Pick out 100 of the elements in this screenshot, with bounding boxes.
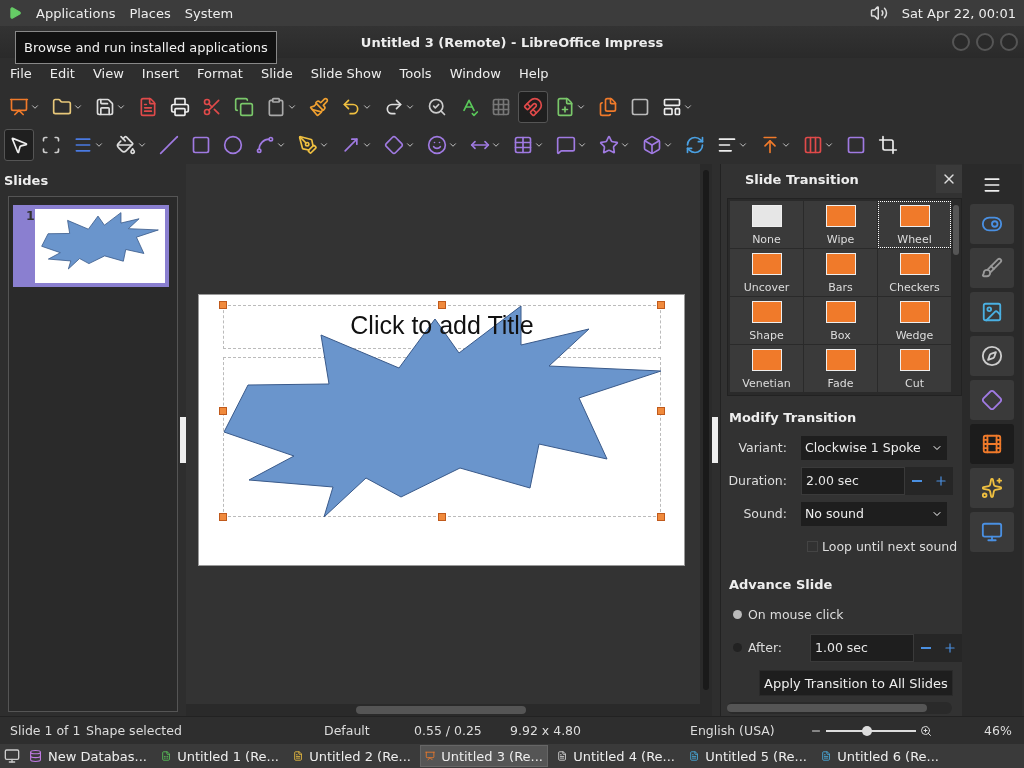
apply-button[interactable]: Apply Transition to All Slides <box>759 670 953 696</box>
transition-preview-icon <box>899 301 930 323</box>
after-field[interactable]: 1.00 sec <box>810 633 914 662</box>
transition-option[interactable]: Wipe <box>804 201 877 248</box>
menu-item[interactable]: File <box>4 65 38 81</box>
sidebar-tab[interactable] <box>970 512 1014 552</box>
transition-option[interactable]: Checkers <box>878 249 951 296</box>
sidebar-tab[interactable] <box>970 204 1014 244</box>
menu-item[interactable]: Help <box>512 65 555 81</box>
checkbox-label: Loop until next sound <box>822 539 958 554</box>
selection-handle[interactable] <box>657 407 665 415</box>
increment-button[interactable] <box>938 633 962 662</box>
launcher-icon[interactable] <box>8 6 22 20</box>
panel-menu[interactable]: Places <box>129 5 171 21</box>
slide-thumbnail[interactable]: 1 <box>13 205 169 287</box>
selection-handle[interactable] <box>657 513 665 521</box>
sidebar-tab[interactable] <box>970 248 1014 288</box>
transition-option[interactable]: Shape <box>730 297 803 344</box>
zoom-thumb[interactable] <box>861 725 872 736</box>
volume-icon[interactable] <box>869 4 888 22</box>
menu-item[interactable]: Slide <box>254 65 299 81</box>
transition-option[interactable]: None <box>730 201 803 248</box>
menu-item[interactable]: Slide Show <box>304 65 388 81</box>
radio-label: On mouse click <box>748 607 844 622</box>
transition-option[interactable]: Venetian <box>730 345 803 392</box>
line-icon <box>159 135 179 155</box>
taskbar-item[interactable]: Untitled 5 (Re... <box>684 745 812 767</box>
taskbar-item[interactable]: New Databas... <box>24 745 152 767</box>
sidebar-tab[interactable] <box>970 424 1014 464</box>
clock[interactable]: Sat Apr 22, 00:01 <box>901 5 1016 21</box>
transition-option[interactable]: Wedge <box>878 297 951 344</box>
align-icon <box>717 135 737 155</box>
selection-handle[interactable] <box>219 301 227 309</box>
caret-icon <box>73 102 83 112</box>
pdf-icon <box>138 97 158 117</box>
decrement-button[interactable] <box>905 466 929 495</box>
sidebar-tab[interactable] <box>970 380 1014 420</box>
collapse-handle[interactable] <box>712 417 718 463</box>
sidebar-tab[interactable] <box>970 336 1014 376</box>
window-title: Untitled 3 (Remote) - LibreOffice Impress <box>360 34 664 50</box>
line-style-icon <box>73 135 93 155</box>
curve-icon <box>298 135 318 155</box>
zoom-in-icon[interactable] <box>920 724 932 737</box>
caret-icon <box>663 140 673 150</box>
slide-count: Slide 1 of 1 <box>10 723 82 738</box>
tooltip: Browse and run installed applications <box>15 31 277 64</box>
duration-field[interactable]: 2.00 sec <box>801 466 905 495</box>
transition-option[interactable]: Wheel <box>878 201 951 248</box>
taskbar-item[interactable]: Untitled 6 (Re... <box>816 745 944 767</box>
panel-menu[interactable]: Applications <box>36 5 116 21</box>
taskbar-item[interactable]: Untitled 2 (Re... <box>288 745 416 767</box>
field-label: Duration: <box>727 473 788 488</box>
selection-handle[interactable] <box>657 301 665 309</box>
menu-item[interactable]: Window <box>443 65 507 81</box>
caret-icon <box>683 102 693 112</box>
taskbar-item[interactable]: Untitled 1 (Re... <box>156 745 284 767</box>
menu-item[interactable]: View <box>86 65 130 81</box>
toolbar-button[interactable] <box>4 129 34 161</box>
sidebar-tab[interactable] <box>970 468 1014 508</box>
selection-handle[interactable] <box>219 407 227 415</box>
transition-preview-icon <box>825 253 856 275</box>
menu-item[interactable]: Insert <box>135 65 186 81</box>
rotate-icon <box>685 135 705 155</box>
transition-option[interactable]: Cut <box>878 345 951 392</box>
taskbar-item[interactable]: Untitled 3 (Re... <box>420 745 548 767</box>
transition-option[interactable]: Fade <box>804 345 877 392</box>
vertical-scrollbar[interactable] <box>951 199 961 395</box>
transition-preview-icon <box>899 253 930 275</box>
sound-dropdown[interactable]: No sound <box>801 501 947 526</box>
transition-option[interactable]: Box <box>804 297 877 344</box>
panel-menu[interactable]: System <box>184 5 234 21</box>
show-desktop-icon[interactable] <box>4 748 20 764</box>
panel-title: Slide Transition <box>745 171 859 187</box>
sidebar-tab[interactable] <box>970 292 1014 332</box>
menu-item[interactable]: Edit <box>43 65 81 81</box>
decrement-button[interactable] <box>914 633 938 662</box>
find-replace-icon <box>427 97 447 117</box>
vertical-scrollbar[interactable] <box>700 164 712 704</box>
selection-handle[interactable] <box>438 301 446 309</box>
radio-button[interactable] <box>733 610 742 619</box>
collapse-handle[interactable] <box>180 417 186 463</box>
close-button[interactable] <box>936 165 962 193</box>
rectangle-icon <box>191 135 211 155</box>
selection-handle[interactable] <box>438 513 446 521</box>
star-shape[interactable] <box>223 305 662 518</box>
caret-icon <box>738 140 748 150</box>
caret-icon <box>287 102 297 112</box>
horizontal-scrollbar[interactable] <box>186 704 712 716</box>
printer-icon <box>170 97 190 117</box>
selection-handle[interactable] <box>219 513 227 521</box>
increment-button[interactable] <box>929 466 953 495</box>
caret-icon <box>577 140 587 150</box>
taskbar-item[interactable]: Untitled 4 (Re... <box>552 745 680 767</box>
horizontal-scrollbar[interactable] <box>727 702 952 714</box>
transition-option[interactable]: Uncover <box>730 249 803 296</box>
variant-dropdown[interactable]: Clockwise 1 Spoke <box>801 435 947 460</box>
transition-option[interactable]: Bars <box>804 249 877 296</box>
menu-item[interactable]: Tools <box>393 65 438 81</box>
caret-icon <box>116 102 126 112</box>
menu-item[interactable]: Format <box>191 65 249 81</box>
